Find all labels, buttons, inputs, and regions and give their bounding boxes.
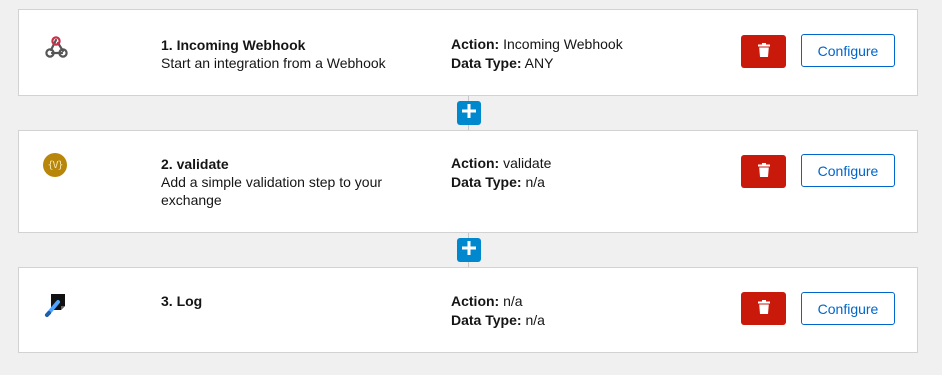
add-step-button[interactable]: [457, 238, 481, 262]
action-label: Action:: [451, 155, 500, 171]
delete-step-button[interactable]: [741, 155, 786, 188]
data-type-value: n/a: [525, 312, 545, 328]
step-title: 2. validate: [161, 156, 229, 172]
data-type-value: n/a: [525, 174, 545, 190]
step-card-log: 3. Log Action: n/a Data Type: n/a Config…: [18, 267, 918, 353]
data-type-label: Data Type:: [451, 174, 522, 190]
configure-button[interactable]: Configure: [801, 154, 895, 187]
step-title: 1. Incoming Webhook: [161, 37, 306, 53]
trash-icon: [757, 300, 770, 317]
delete-step-button[interactable]: [741, 35, 786, 68]
action-value: Incoming Webhook: [503, 36, 623, 52]
plus-icon: [462, 103, 476, 123]
add-step-button[interactable]: [457, 101, 481, 125]
trash-icon: [757, 43, 770, 60]
action-value: n/a: [503, 293, 523, 309]
step-card-validate: {V} 2. validate Add a simple validation …: [18, 130, 918, 233]
step-data-type: Data Type: n/a: [451, 311, 545, 330]
data-type-label: Data Type:: [451, 312, 522, 328]
step-action: Action: Incoming Webhook: [451, 35, 623, 54]
step-description: Start an integration from a Webhook: [161, 55, 386, 71]
validate-icon-label: {V}: [43, 153, 67, 177]
data-type-value: ANY: [524, 55, 554, 71]
step-data-type: Data Type: n/a: [451, 173, 545, 192]
data-type-label: Data Type:: [451, 55, 522, 71]
step-data-type: Data Type: ANY: [451, 54, 553, 73]
step-action: Action: validate: [451, 154, 551, 173]
configure-button[interactable]: Configure: [801, 292, 895, 325]
webhook-icon: [43, 35, 69, 61]
action-label: Action:: [451, 36, 500, 52]
plus-icon: [462, 240, 476, 260]
step-card-incoming-webhook: 1. Incoming Webhook Start an integration…: [18, 9, 918, 96]
configure-button[interactable]: Configure: [801, 34, 895, 67]
validate-icon: {V}: [43, 153, 69, 179]
trash-icon: [757, 163, 770, 180]
action-value: validate: [503, 155, 552, 171]
step-description: Add a simple validation step to your exc…: [161, 174, 383, 208]
delete-step-button[interactable]: [741, 292, 786, 325]
integration-flow: 1. Incoming Webhook Start an integration…: [0, 0, 942, 375]
step-title: 3. Log: [161, 293, 203, 309]
action-label: Action:: [451, 293, 500, 309]
log-icon: [43, 292, 69, 318]
step-action: Action: n/a: [451, 292, 523, 311]
